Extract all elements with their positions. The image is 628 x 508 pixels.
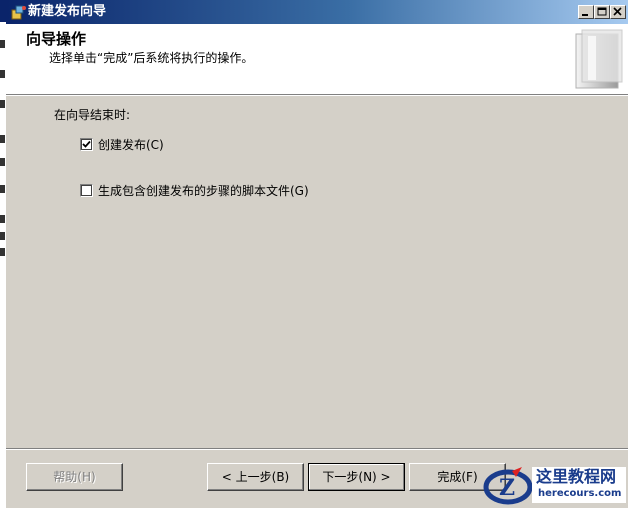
background-text-fragment [0,70,5,78]
back-button[interactable]: < 上一步(B) [207,463,304,491]
page-subtitle: 选择单击“完成”后系统将执行的操作。 [49,51,254,65]
wizard-banner-graphic [575,29,623,89]
background-text-fragment [0,100,5,108]
site-watermark: Z 这里教程网 herecours.com [480,463,628,508]
generate-script-checkbox[interactable] [80,184,93,197]
watermark-title: 这里教程网 [536,467,617,486]
wizard-window: 新建发布向导 向导操作 选择单击“完成”后系统将执行的操作。 在向导结束时: 创… [6,0,628,508]
create-publication-checkbox[interactable] [80,138,93,151]
background-text-fragment [0,158,5,166]
maximize-icon [597,7,607,16]
create-publication-label: 创建发布(C) [98,138,164,152]
svg-text:Z: Z [499,475,515,501]
checkmark-icon [82,140,91,148]
maximize-button[interactable] [594,5,610,19]
help-button[interactable]: 帮助(H) [26,463,123,491]
background-text-fragment [0,215,5,223]
generate-script-label: 生成包含创建发布的步骤的脚本文件(G) [98,184,309,198]
wizard-header: 向导操作 选择单击“完成”后系统将执行的操作。 [6,24,628,95]
background-text-fragment [0,135,5,143]
minimize-icon [582,14,588,16]
close-icon [613,7,622,16]
watermark-logo-icon: Z [483,467,533,505]
footer-divider-highlight [6,449,628,450]
background-text-fragment [0,232,5,240]
title-bar[interactable]: 新建发布向导 [6,0,628,24]
completion-prompt: 在向导结束时: [54,108,131,122]
background-text-fragment [0,40,5,48]
wizard-app-icon [11,4,27,20]
next-button[interactable]: 下一步(N) > [308,463,405,491]
background-text-fragment [0,185,5,193]
watermark-url: herecours.com [538,488,622,499]
window-title: 新建发布向导 [28,4,107,19]
background-text-fragment [0,248,5,256]
close-button[interactable] [610,5,626,19]
minimize-button[interactable] [578,5,594,19]
header-divider [6,95,628,96]
page-title: 向导操作 [26,30,87,48]
